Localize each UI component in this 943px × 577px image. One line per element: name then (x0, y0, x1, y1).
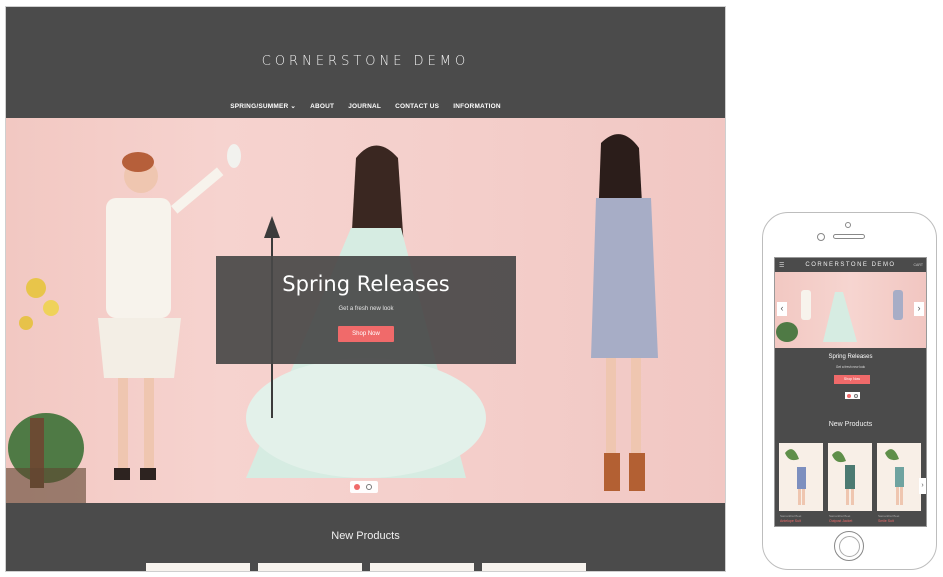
mobile-header: ☰ CORNERSTONE DEMO CART (775, 258, 926, 272)
mobile-prev-arrow-icon[interactable]: ‹ (777, 302, 787, 316)
product-card[interactable] (258, 563, 362, 571)
nav-item-journal[interactable]: JOURNAL (348, 103, 381, 110)
mobile-shop-now-button[interactable]: Shop Now (834, 375, 870, 384)
site-header: CORNERSTONE DEMO SPRING/SUMMER ⌄ ABOUT J… (6, 7, 725, 118)
slider-pagination (350, 481, 378, 493)
mobile-hero: ‹ › (775, 272, 926, 348)
mobile-product-card[interactable] (877, 443, 921, 511)
mobile-next-arrow-icon[interactable]: › (914, 302, 924, 316)
mobile-product-brand: Samantha Pleet (878, 514, 900, 518)
product-card[interactable] (370, 563, 474, 571)
product-card[interactable] (482, 563, 586, 571)
nav-item-about[interactable]: ABOUT (310, 103, 334, 110)
model-right (591, 134, 658, 491)
mobile-product-brand: Samantha Pleet (829, 514, 851, 518)
nav-item-spring-summer[interactable]: SPRING/SUMMER ⌄ (230, 102, 296, 110)
mobile-product-name[interactable]: Outpost Jacket (829, 519, 852, 523)
hero-subtitle: Get a fresh new look (338, 306, 394, 312)
mobile-hero-subtitle: Get a fresh new look (835, 365, 866, 369)
hero-caption-panel: Spring Releases Get a fresh new look Sho… (216, 256, 516, 364)
mobile-products-next-icon[interactable]: › (919, 478, 926, 494)
mobile-slider-dot-1[interactable] (847, 393, 851, 398)
product-card-row (146, 563, 588, 571)
mobile-product-card[interactable] (779, 443, 823, 511)
mobile-product-brand: Samantha Pleet (780, 514, 802, 518)
slider-dot-1[interactable] (354, 484, 360, 490)
mobile-cart-link[interactable]: CART (914, 263, 923, 267)
hero-title: Spring Releases (282, 272, 450, 296)
product-image (785, 449, 806, 505)
nav-item-information[interactable]: INFORMATION (453, 103, 501, 110)
product-image (885, 449, 904, 505)
site-logo[interactable]: CORNERSTONE DEMO (6, 54, 725, 69)
plant-left (6, 278, 86, 503)
desktop-screenshot: CORNERSTONE DEMO SPRING/SUMMER ⌄ ABOUT J… (5, 6, 726, 572)
mobile-slider-pagination (845, 392, 860, 399)
shop-now-button[interactable]: Shop Now (338, 326, 394, 342)
mobile-new-products-heading: New Products (828, 421, 873, 428)
hero-slider: Spring Releases Get a fresh new look Sho… (6, 118, 725, 503)
phone-mockup: ☰ CORNERSTONE DEMO CART ‹ › Spring Relea… (762, 212, 937, 570)
mobile-product-name[interactable]: Antelope Suit (780, 519, 801, 523)
product-card[interactable] (146, 563, 250, 571)
product-image (832, 451, 855, 505)
mobile-logo[interactable]: CORNERSTONE DEMO (775, 262, 926, 268)
sensor-icon (817, 233, 825, 241)
main-nav: SPRING/SUMMER ⌄ ABOUT JOURNAL CONTACT US… (6, 102, 725, 110)
slider-dot-2[interactable] (366, 484, 372, 490)
new-products-heading: New Products (331, 530, 400, 542)
front-camera-icon (845, 222, 851, 228)
nav-item-contact-us[interactable]: CONTACT US (395, 103, 439, 110)
mobile-slider-dot-2[interactable] (854, 393, 858, 398)
mobile-product-name[interactable]: Smile Suit (878, 519, 894, 523)
mobile-product-card[interactable] (828, 443, 872, 511)
phone-screen: ☰ CORNERSTONE DEMO CART ‹ › Spring Relea… (774, 257, 927, 527)
speaker-grille (833, 234, 865, 239)
mobile-hero-image (776, 290, 903, 342)
mobile-hero-title: Spring Releases (828, 354, 873, 360)
home-button (834, 531, 864, 561)
